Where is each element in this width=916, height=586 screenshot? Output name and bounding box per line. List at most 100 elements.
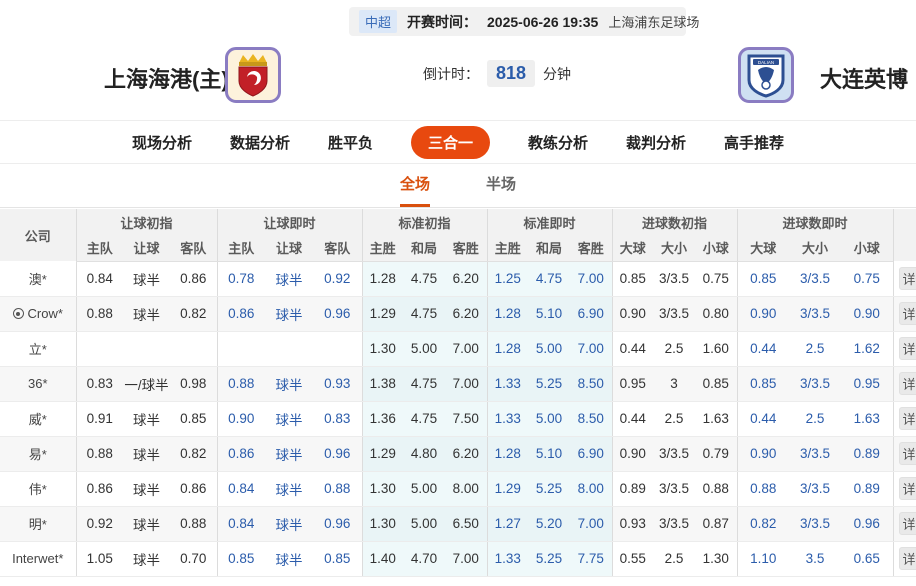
goals_live-value: 0.85 [736, 366, 790, 402]
std_initial-value: 1.28 [361, 261, 403, 297]
tab-data-analysis[interactable]: 数据分析 [230, 132, 290, 153]
handicap_live-value: 0.78 [216, 261, 265, 297]
std_live-value: 8.50 [570, 401, 612, 437]
goals_initial-value: 0.44 [611, 401, 653, 437]
tab-expert-picks[interactable]: 高手推荐 [724, 132, 784, 153]
detail-button[interactable]: 详情 [898, 372, 916, 395]
tab-win-draw-lose[interactable]: 胜平负 [328, 132, 373, 153]
std_live-value: 5.10 [528, 436, 570, 472]
period-subtabs: 全场 半场 [0, 164, 916, 208]
handicap_live-value: 0.90 [216, 401, 265, 437]
goals_live-value: 0.89 [841, 471, 894, 507]
std_live-value: 5.25 [528, 366, 570, 402]
company-name: 威* [28, 412, 47, 427]
subcol-header: 大小 [653, 235, 695, 262]
detail-button[interactable]: 详情 [898, 337, 916, 360]
std_initial-value: 4.75 [403, 366, 445, 402]
handicap_live-value: 0.96 [313, 296, 362, 332]
std_live-value: 8.00 [570, 471, 612, 507]
countdown-value: 818 [487, 60, 536, 87]
company-cell: Interwet* [0, 541, 76, 577]
tab-live-analysis[interactable]: 现场分析 [132, 132, 192, 153]
std_initial-value: 4.70 [403, 541, 445, 577]
std_initial-value: 6.20 [445, 296, 487, 332]
handicap_live-value: 球半 [265, 296, 313, 332]
away-crest-icon: DALIAN [747, 54, 785, 98]
subtab-full-match[interactable]: 全场 [399, 173, 430, 207]
std_initial-value: 1.29 [361, 436, 403, 472]
company-cell: Crow* [0, 296, 76, 332]
circle-dot-icon [12, 308, 24, 319]
std_initial-value: 5.00 [403, 471, 445, 507]
goals_live-value: 0.82 [736, 506, 790, 542]
goals_initial-value: 3/3.5 [653, 506, 695, 542]
detail-cell: 详情 [892, 401, 916, 437]
detail-cell: 详情 [892, 331, 916, 367]
company-name: 易* [28, 447, 47, 462]
goals_initial-value: 0.44 [611, 331, 653, 367]
away-team-name: 大连英博 [820, 67, 909, 92]
std_initial-value: 1.30 [361, 506, 403, 542]
detail-button[interactable]: 详情 [898, 302, 916, 325]
std_initial-value: 7.50 [445, 401, 487, 437]
svg-text:DALIAN: DALIAN [758, 60, 774, 65]
goals_live-value: 1.63 [841, 401, 894, 437]
goals_initial-value: 3/3.5 [653, 261, 695, 297]
detail-button[interactable]: 详情 [898, 547, 916, 570]
detail-cell: 详情 [892, 261, 916, 297]
subcol-header: 大球 [611, 235, 653, 262]
handicap_initial-value: 0.82 [170, 436, 217, 472]
handicap_live-value [265, 331, 313, 367]
std_initial-value: 5.00 [403, 331, 445, 367]
std_initial-value: 6.20 [445, 436, 487, 472]
handicap_initial-value: 0.70 [170, 541, 217, 577]
detail-cell: 详情 [892, 296, 916, 332]
goals_live-value: 3/3.5 [789, 261, 842, 297]
tab-coach-analysis[interactable]: 教练分析 [528, 132, 588, 153]
detail-button[interactable]: 详情 [898, 407, 916, 430]
subcol-header: 客队 [313, 235, 362, 262]
handicap_initial-value: 1.05 [75, 541, 123, 577]
league-badge[interactable]: 中超 [359, 10, 398, 33]
handicap_initial-value: 0.86 [75, 471, 123, 507]
table-row: 威* 0.91 球半 0.85 0.90 球半 0.83 1.36 4.75 7.50 1.33 5.… [0, 401, 916, 437]
goals_initial-value: 3/3.5 [653, 436, 695, 472]
handicap_initial-value: 球半 [123, 296, 170, 332]
handicap_initial-value: 球半 [123, 471, 170, 507]
company-cell: 澳* [0, 261, 76, 297]
detail-button[interactable]: 详情 [898, 266, 916, 290]
kickoff-label: 开赛时间： [407, 13, 478, 30]
detail-button[interactable]: 详情 [898, 477, 916, 500]
company-name: Interwet* [12, 551, 64, 566]
match-info-bar: 中超 开赛时间： 2025-06-26 19:35 上海浦东足球场 [349, 7, 699, 36]
tab-three-in-one[interactable]: 三合一 [410, 125, 490, 159]
std_live-value: 7.00 [570, 331, 612, 367]
goals_live-value: 0.75 [841, 261, 894, 297]
std_live-value: 8.50 [570, 366, 612, 402]
subtab-half-match[interactable]: 半场 [486, 173, 516, 207]
detail-button[interactable]: 详情 [898, 442, 916, 465]
std_live-value: 7.00 [570, 506, 612, 542]
handicap_live-value: 0.96 [313, 436, 362, 472]
subcol-header: 大小 [789, 235, 842, 262]
std_live-value: 1.28 [486, 331, 528, 367]
std_live-value: 5.00 [528, 401, 570, 437]
goals_initial-value: 0.90 [611, 436, 653, 472]
std_initial-value: 6.20 [445, 261, 487, 297]
handicap_initial-value: 0.84 [75, 261, 123, 297]
table-row: Interwet* 1.05 球半 0.70 0.85 球半 0.85 1.40 4.70 7.0… [0, 541, 916, 577]
handicap_initial-value: 0.83 [75, 366, 123, 402]
std_initial-value: 4.75 [403, 261, 445, 297]
group-header-handicap-live: 让球即时 [216, 209, 362, 235]
tab-referee-analysis[interactable]: 裁判分析 [626, 132, 686, 153]
std_live-value: 1.29 [486, 471, 528, 507]
handicap_initial-value: 球半 [123, 401, 170, 437]
subcol-header: 和局 [403, 235, 445, 262]
detail-cell: 详情 [892, 436, 916, 472]
std_initial-value: 1.40 [361, 541, 403, 577]
countdown-unit: 分钟 [543, 65, 572, 82]
handicap_initial-value: 球半 [123, 436, 170, 472]
std_initial-value: 8.00 [445, 471, 487, 507]
detail-button[interactable]: 详情 [898, 512, 916, 535]
handicap_initial-value [75, 331, 123, 367]
